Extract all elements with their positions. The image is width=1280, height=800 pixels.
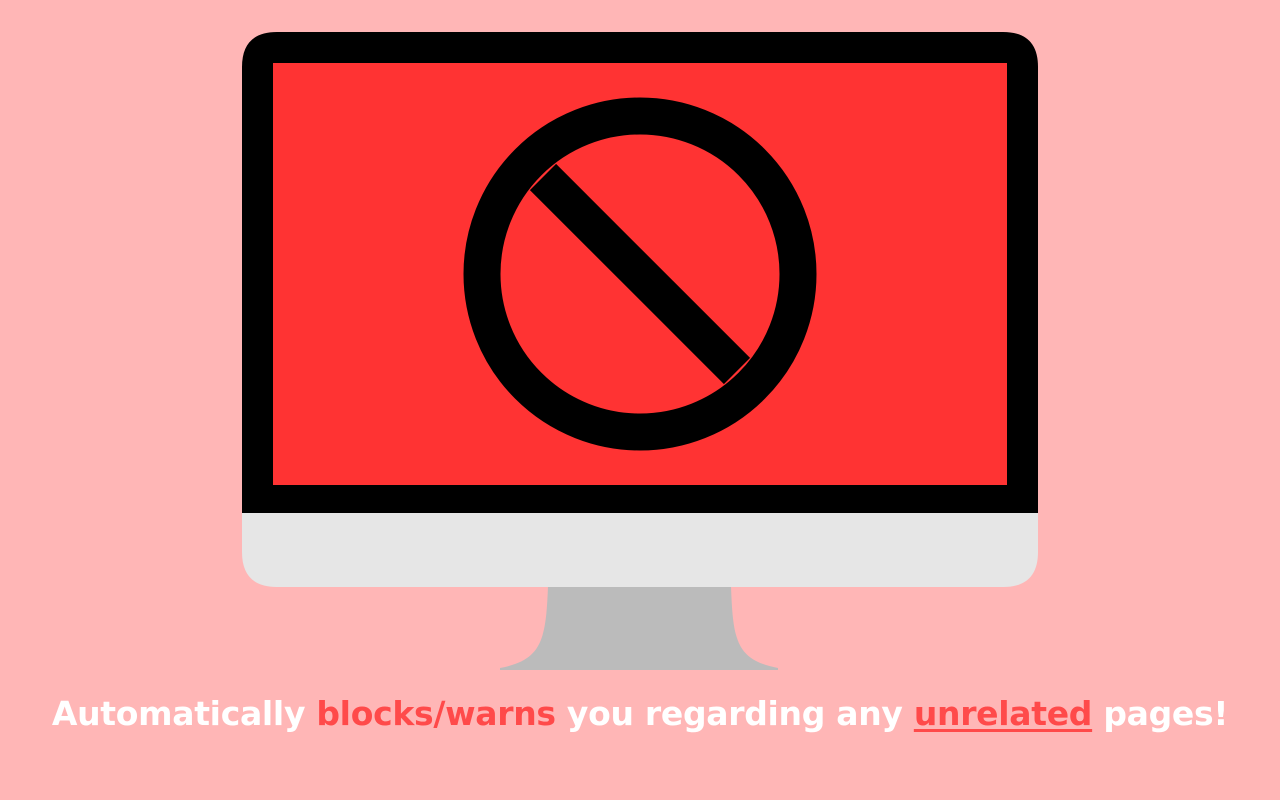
tagline-text-1: Automatically [51, 694, 317, 733]
tagline: Automatically blocks/warns you regarding… [0, 694, 1280, 733]
monitor-illustration [242, 32, 1038, 670]
tagline-text-3: pages! [1092, 694, 1229, 733]
promo-page: { "illustration": { "subject": "desktop … [0, 0, 1280, 800]
tagline-text-2: you regarding any [555, 694, 914, 733]
tagline-highlight-blocks: blocks/warns [316, 694, 556, 733]
monitor-stand [500, 586, 778, 670]
monitor-chin [242, 512, 1038, 587]
tagline-highlight-unrelated: unrelated [913, 694, 1093, 733]
